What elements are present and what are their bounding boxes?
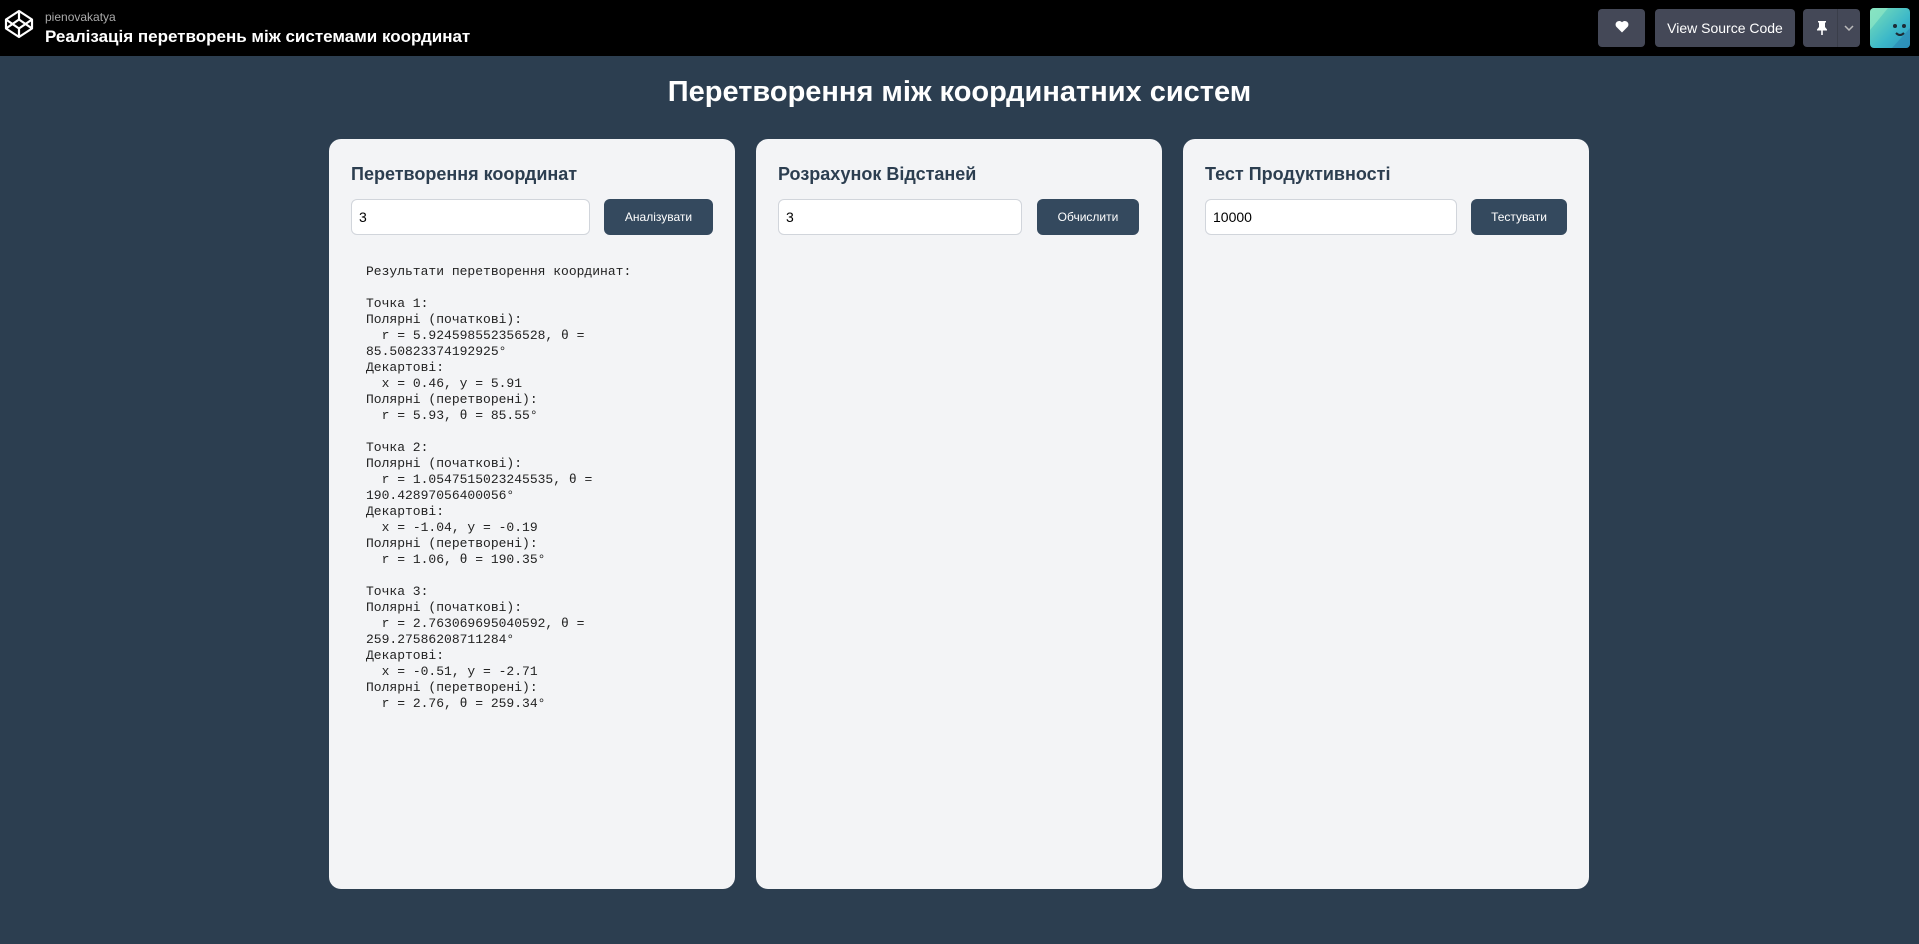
coordinate-conversion-card: Перетворення координат Аналізувати Резул…: [329, 139, 735, 889]
calculate-button[interactable]: Обчислити: [1037, 199, 1139, 235]
card-title: Тест Продуктивності: [1205, 164, 1391, 184]
author-name[interactable]: pienovakatya: [45, 10, 116, 24]
top-bar: pienovakatya Реалізація перетворень між …: [0, 0, 1919, 56]
heart-icon: [1615, 20, 1629, 36]
card-title: Розрахунок Відстаней: [778, 164, 977, 184]
iterations-input[interactable]: [1205, 199, 1457, 235]
analyze-button[interactable]: Аналізувати: [604, 199, 713, 235]
chevron-down-icon[interactable]: [1844, 23, 1854, 34]
page-title: Перетворення між координатних систем: [667, 76, 1252, 108]
distance-points-input[interactable]: [778, 199, 1022, 235]
performance-test-card: Тест Продуктивності Тестувати: [1183, 139, 1589, 889]
user-avatar[interactable]: [1870, 8, 1910, 48]
conversion-results: Результати перетворення координат: Точка…: [366, 264, 632, 711]
distance-calculation-card: Розрахунок Відстаней Обчислити: [756, 139, 1162, 889]
codepen-logo-icon[interactable]: [4, 9, 40, 45]
pin-button[interactable]: [1803, 9, 1860, 47]
button-divider: [1837, 9, 1838, 47]
card-title: Перетворення координат: [351, 164, 578, 184]
test-button[interactable]: Тестувати: [1471, 199, 1567, 235]
pen-title: Реалізація перетворень між системами коо…: [45, 27, 471, 46]
view-source-button[interactable]: View Source Code: [1655, 9, 1795, 47]
like-button[interactable]: [1598, 9, 1645, 47]
points-count-input[interactable]: [351, 199, 590, 235]
pin-icon: [1811, 20, 1833, 36]
